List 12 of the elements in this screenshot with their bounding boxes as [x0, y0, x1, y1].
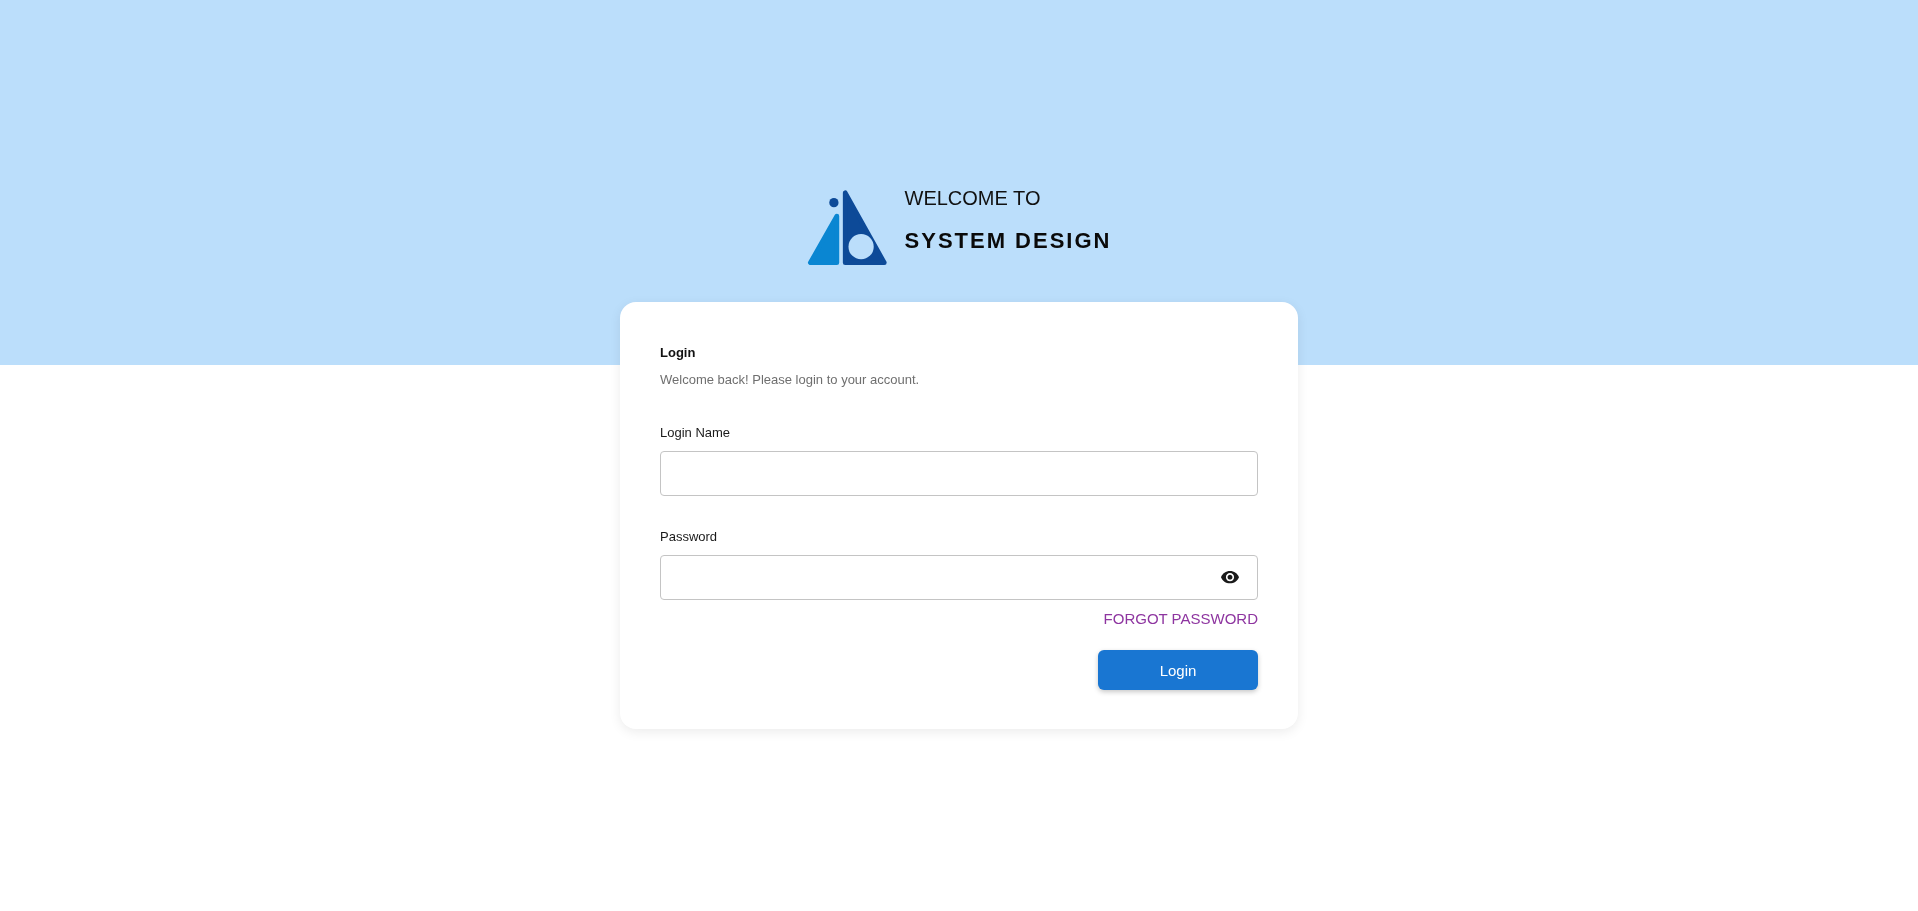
login-button[interactable]: Login: [1098, 650, 1258, 690]
app-title: SYSTEM DESIGN: [904, 228, 1112, 254]
field-label: Password: [660, 529, 718, 545]
welcome-heading: WELCOME TO: [904, 187, 1041, 210]
field-label: Login Name: [660, 425, 731, 441]
card-title: Login: [660, 345, 696, 361]
forgot-password-link[interactable]: FORGOT PASSWORD: [1103, 610, 1258, 628]
text-field[interactable]: [660, 451, 1258, 496]
logo-icon: [806, 190, 887, 265]
card-subtitle: Welcome back! Please login to your account.: [660, 372, 920, 388]
password-field[interactable]: [660, 555, 1258, 600]
eye-icon[interactable]: [1221, 571, 1239, 584]
